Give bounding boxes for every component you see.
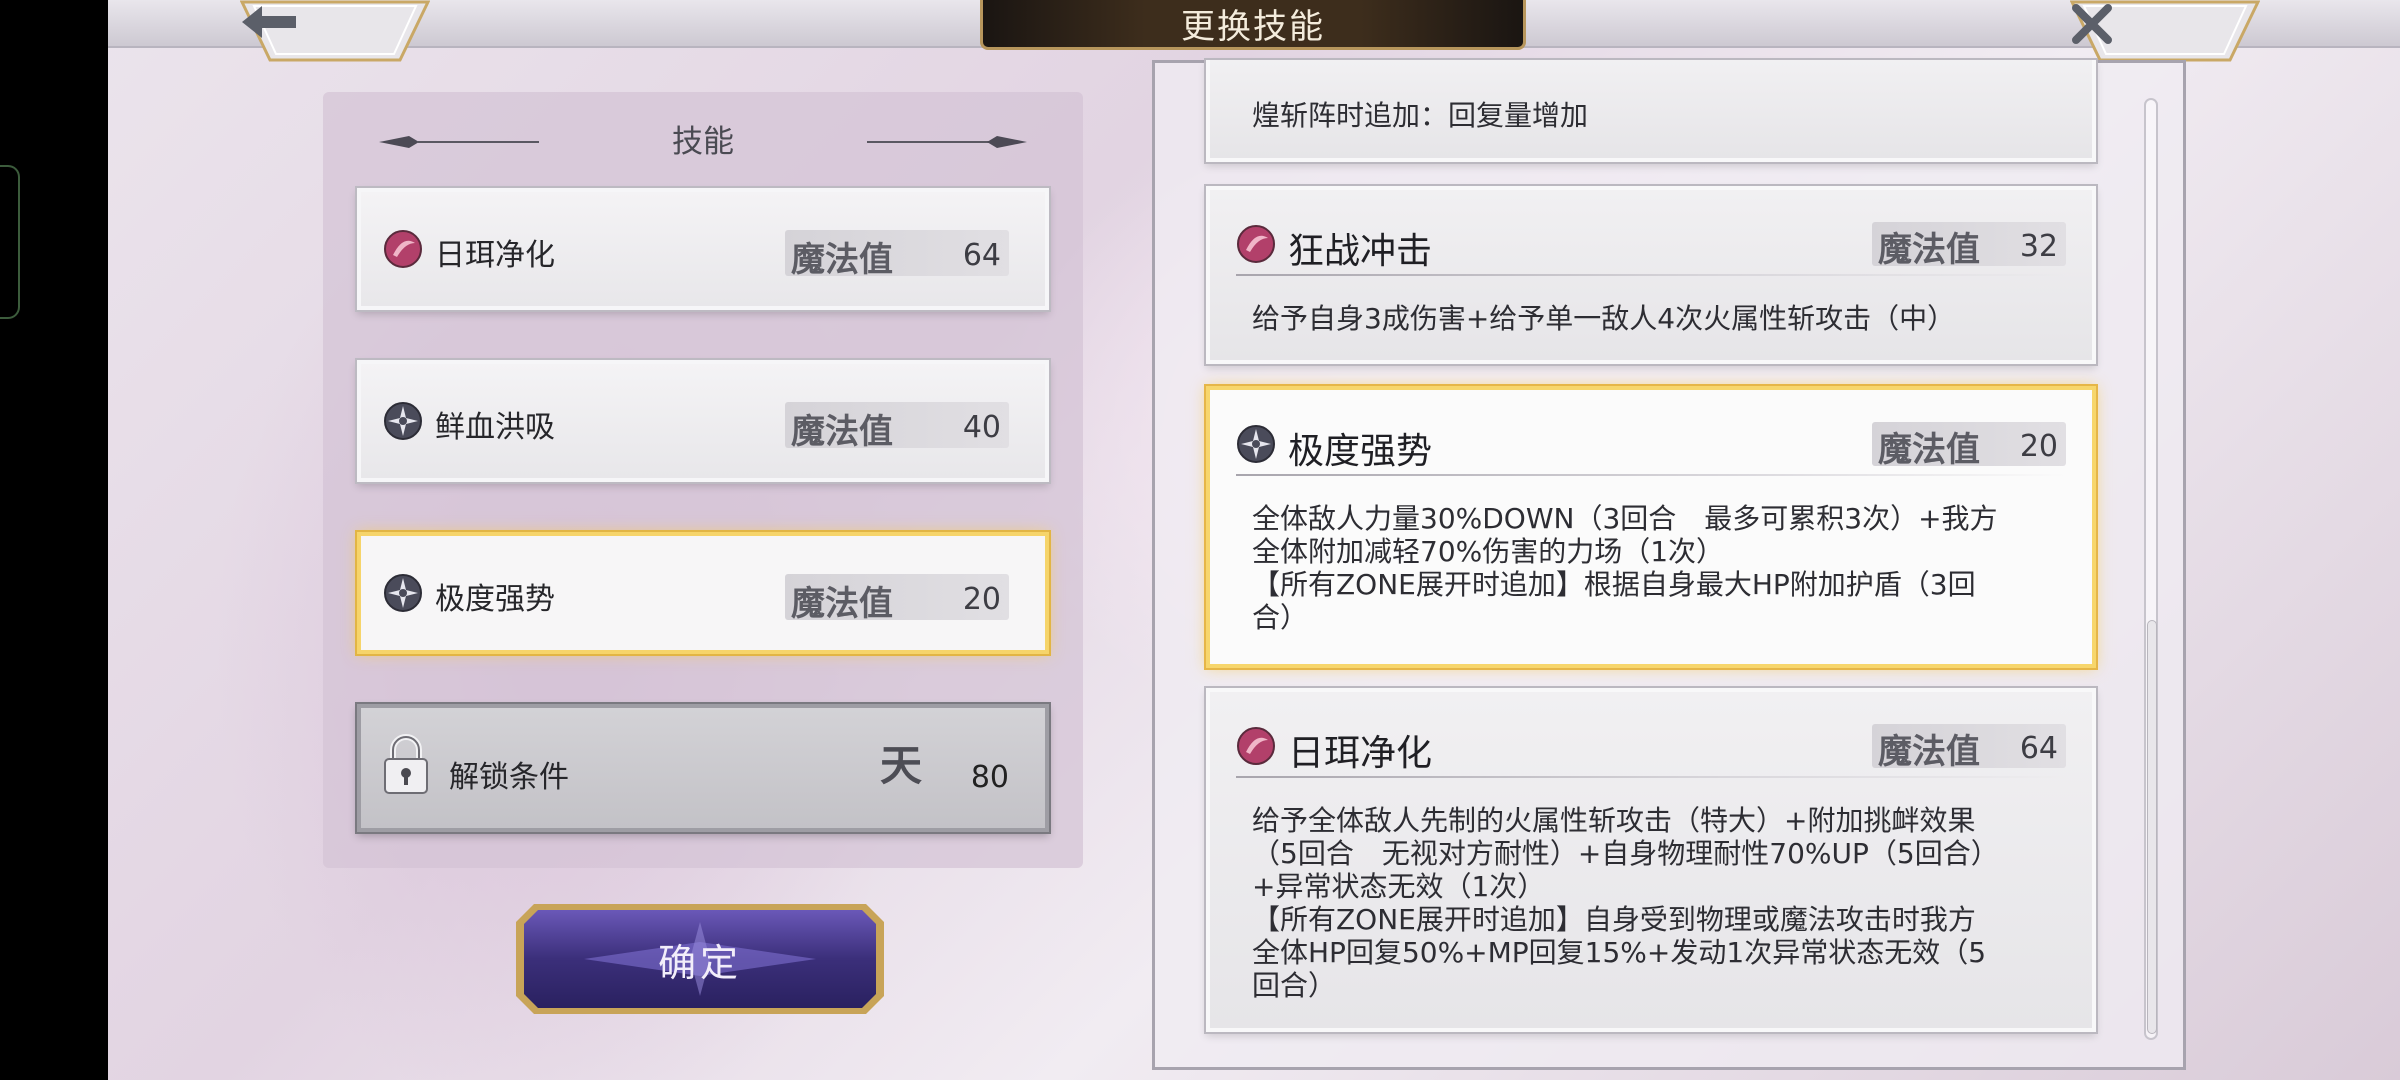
mp-label: 魔法值 xyxy=(1878,230,1980,270)
skill-slot-2-name: 鲜血洪吸 xyxy=(435,410,555,445)
equipped-skills-panel: 技能 日珥净化 魔法值 64 鲜血洪吸 魔法值 40 极度强势 魔法值 20 解… xyxy=(323,92,1083,868)
skill-detail-name: 极度强势 xyxy=(1288,431,1433,472)
unlock-condition-label: 解锁条件 xyxy=(449,760,569,795)
mp-value: 20 xyxy=(962,582,1001,617)
page-title-plate: 更换技能 xyxy=(980,0,1526,50)
mp-cost-tag: 魔法值 20 xyxy=(1872,422,2066,470)
neutral-star-icon xyxy=(384,402,422,440)
skill-detail-description: 给予全体敌人先制的火属性斩攻击（特大）+附加挑衅效果 （5回合 无视对方耐性）+… xyxy=(1252,804,1999,1002)
confirm-button-label: 确定 xyxy=(657,940,742,985)
back-button[interactable] xyxy=(240,0,430,64)
unlock-level-value: 80 xyxy=(970,760,1009,795)
skill-detail-card[interactable]: 日珥净化 魔法值 64 给予全体敌人先制的火属性斩攻击（特大）+附加挑衅效果 （… xyxy=(1206,688,2096,1032)
mp-value: 20 xyxy=(2019,429,2058,464)
skill-slot-1-name: 日珥净化 xyxy=(435,238,555,273)
mp-cost-tag: 魔法值 20 xyxy=(785,574,1009,624)
mp-cost-tag: 魔法值 64 xyxy=(785,230,1009,280)
mp-cost-tag: 魔法值 40 xyxy=(785,402,1009,452)
skill-list-scrollbar[interactable] xyxy=(2144,98,2158,1040)
skill-slot-2[interactable]: 鲜血洪吸 魔法值 40 xyxy=(357,360,1049,482)
arrow-left-icon xyxy=(240,2,430,58)
divider xyxy=(1236,776,2066,778)
mp-cost-tag: 魔法值 64 xyxy=(1872,724,2066,772)
rank-emblem-icon: 天 xyxy=(879,741,922,790)
skill-detail-description: 给予自身3成伤害+给予单一敌人4次火属性斩攻击（中） xyxy=(1252,302,1956,335)
partial-card-text: 煌斩阵时追加：回复量增加 xyxy=(1252,99,1589,132)
mp-value: 64 xyxy=(2019,731,2058,766)
skill-detail-header: 极度强势 魔法值 20 xyxy=(1236,420,2066,472)
device-edge-indicator xyxy=(0,165,20,319)
skill-detail-card-selected[interactable]: 极度强势 魔法值 20 全体敌人力量30%DOWN（3回合 最多可累积3次）+我… xyxy=(1206,386,2096,668)
lock-icon xyxy=(384,734,428,794)
partial-skill-card[interactable]: 煌斩阵时追加：回复量增加 xyxy=(1206,60,2096,162)
mp-label: 魔法值 xyxy=(1878,732,1980,772)
divider xyxy=(1236,474,2066,476)
page-title: 更换技能 xyxy=(1181,7,1325,47)
skill-slot-3[interactable]: 极度强势 魔法值 20 xyxy=(357,532,1049,654)
confirm-button[interactable]: 确定 xyxy=(514,900,886,1018)
neutral-star-icon xyxy=(1237,425,1275,463)
mp-label: 魔法值 xyxy=(791,240,893,280)
locked-skill-slot[interactable]: 解锁条件 天 80 xyxy=(357,704,1049,832)
skill-detail-header: 日珥净化 魔法值 64 xyxy=(1236,722,2066,774)
close-icon xyxy=(2070,2,2260,58)
skill-detail-name: 日珥净化 xyxy=(1288,733,1433,774)
neutral-star-icon xyxy=(384,574,422,612)
mp-label: 魔法值 xyxy=(791,412,893,452)
mp-label: 魔法值 xyxy=(1878,430,1980,470)
scrollbar-thumb[interactable] xyxy=(2147,620,2157,1034)
close-button[interactable] xyxy=(2070,0,2260,64)
skill-slot-1[interactable]: 日珥净化 魔法值 64 xyxy=(357,188,1049,310)
mp-label: 魔法值 xyxy=(791,584,893,624)
mp-value: 40 xyxy=(962,410,1001,445)
skills-header: 技能 xyxy=(323,112,1083,160)
fire-orb-icon xyxy=(384,230,422,268)
skill-slot-3-name: 极度强势 xyxy=(435,582,555,617)
mp-cost-tag: 魔法值 32 xyxy=(1872,222,2066,270)
mp-value: 32 xyxy=(2019,229,2058,264)
skill-detail-description: 全体敌人力量30%DOWN（3回合 最多可累积3次）+我方 全体附加减轻70%伤… xyxy=(1252,502,1998,634)
fire-orb-icon xyxy=(1237,225,1275,263)
mp-value: 64 xyxy=(962,238,1001,273)
skill-detail-name: 狂战冲击 xyxy=(1288,231,1433,272)
skill-detail-header: 狂战冲击 魔法值 32 xyxy=(1236,220,2066,272)
divider xyxy=(1236,274,2066,276)
fire-orb-icon xyxy=(1237,727,1275,765)
skill-detail-card[interactable]: 狂战冲击 魔法值 32 给予自身3成伤害+给予单一敌人4次火属性斩攻击（中） xyxy=(1206,186,2096,364)
header-ornament-right xyxy=(867,136,1027,148)
